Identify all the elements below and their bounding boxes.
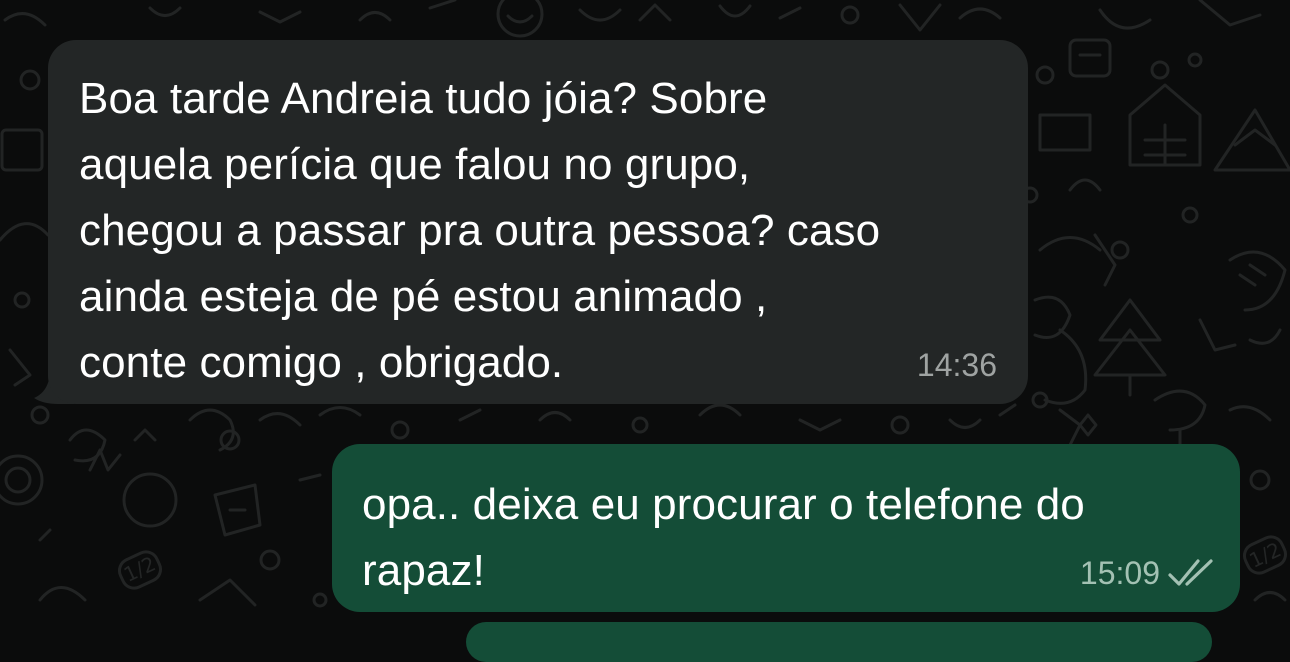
outgoing-message-bubble[interactable]: opa.. deixa eu procurar o telefone do ra… (332, 444, 1240, 612)
double-check-read-icon (1168, 559, 1213, 586)
incoming-message-bubble[interactable]: Boa tarde Andreia tudo jóia? Sobre aquel… (48, 40, 1028, 404)
incoming-message-text: Boa tarde Andreia tudo jóia? Sobre aquel… (79, 74, 881, 387)
outgoing-message-timestamp: 15:09 (1079, 555, 1160, 591)
incoming-message-timestamp: 14:36 (916, 347, 997, 383)
next-outgoing-message-bubble[interactable] (466, 622, 1212, 662)
wallpaper-badge-2: 1/2 (1245, 537, 1284, 572)
